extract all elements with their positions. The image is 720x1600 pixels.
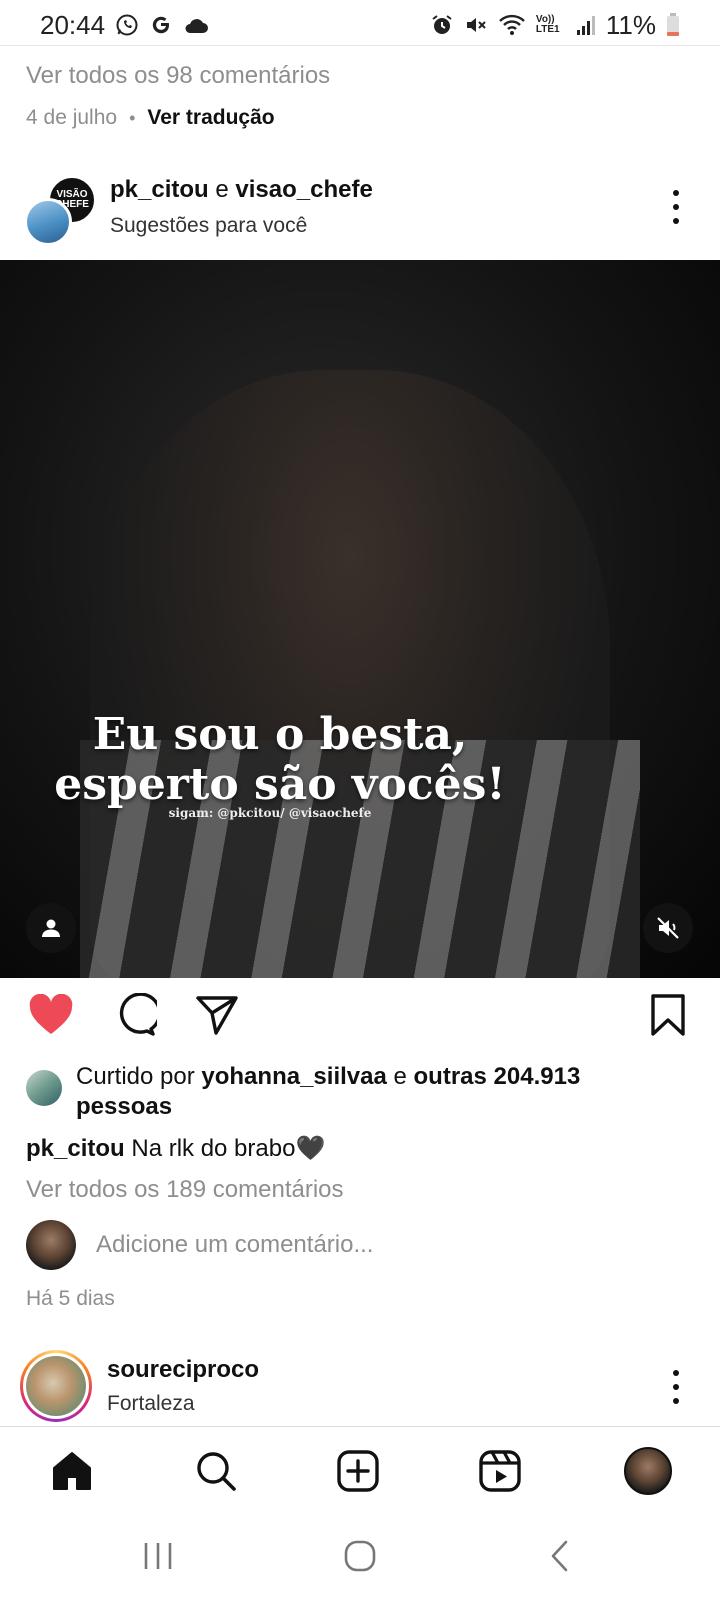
- liked-by-others[interactable]: outras 204.913: [414, 1063, 581, 1090]
- story-ring-avatar[interactable]: [20, 1350, 92, 1422]
- add-comment-row[interactable]: Adicione um comentário...: [26, 1220, 373, 1270]
- tagged-users-icon[interactable]: [26, 903, 76, 953]
- liked-by-user[interactable]: yohanna_siilvaa: [201, 1063, 386, 1090]
- battery-percent: 11%: [605, 9, 656, 40]
- mute-icon: [464, 13, 488, 37]
- likes-summary[interactable]: Curtido por yohanna_siilvaa e outras 204…: [26, 1062, 676, 1122]
- system-back-icon[interactable]: [535, 1536, 585, 1576]
- share-icon[interactable]: [192, 990, 242, 1040]
- author-link-2[interactable]: visao_chefe: [235, 176, 372, 203]
- liked-by-joiner: e: [386, 1063, 414, 1090]
- liked-by-suffix[interactable]: pessoas: [76, 1093, 172, 1120]
- next-post-location[interactable]: Fortaleza: [107, 1392, 195, 1416]
- status-time: 20:44: [40, 9, 106, 40]
- like-icon[interactable]: [26, 990, 76, 1040]
- author-joiner: e: [208, 176, 236, 203]
- cloud-icon: [183, 15, 209, 35]
- audio-muted-icon[interactable]: [643, 903, 693, 953]
- search-icon[interactable]: [190, 1445, 242, 1497]
- wifi-icon: [498, 14, 526, 36]
- post-caption: pk_citou Na rlk do brabo🖤: [26, 1134, 325, 1163]
- next-post-avatar: [26, 1356, 86, 1416]
- liker-avatar: [26, 1070, 62, 1106]
- post-suggestion-label: Sugestões para você: [110, 214, 308, 237]
- media-overlay-text: Eu sou o besta, esperto são vocês!: [0, 710, 560, 810]
- profile-avatar-image: [624, 1447, 672, 1495]
- signal-icon: [576, 14, 596, 36]
- view-all-comments-link[interactable]: Ver todos os 189 comentários: [26, 1176, 344, 1204]
- recent-apps-icon[interactable]: [133, 1536, 183, 1576]
- post-media[interactable]: Eu sou o besta, esperto são vocês! sigam…: [0, 260, 720, 978]
- more-options-icon[interactable]: [672, 190, 680, 224]
- post-timestamp: Há 5 dias: [26, 1287, 115, 1310]
- caption-text: Na rlk do brabo🖤: [124, 1135, 326, 1162]
- avatar-pk-citou[interactable]: [24, 198, 72, 246]
- whatsapp-icon: [115, 13, 139, 37]
- see-translation-link[interactable]: Ver tradução: [147, 106, 274, 130]
- more-options-icon[interactable]: [672, 1370, 680, 1404]
- next-post-username[interactable]: soureciproco: [107, 1356, 259, 1384]
- network-label: Vo)) LTE1: [535, 14, 560, 35]
- status-divider: [0, 45, 720, 46]
- post-header: VISÃO CHEFE pk_citou e visao_chefe Suges…: [0, 170, 720, 250]
- current-user-avatar: [26, 1220, 76, 1270]
- google-icon: [149, 13, 173, 37]
- next-post-header: soureciproco Fortaleza: [0, 1346, 720, 1426]
- post-actions: [0, 990, 720, 1050]
- meta-separator: •: [129, 107, 136, 128]
- liked-by-prefix: Curtido por: [76, 1063, 202, 1090]
- post-authors: pk_citou e visao_chefe: [110, 176, 373, 204]
- media-credit-text: sigam: @pkcitou/ @visaochefe: [168, 806, 372, 820]
- add-comment-input[interactable]: Adicione um comentário...: [96, 1231, 373, 1259]
- media-caption-line-2: esperto são vocês!: [54, 759, 506, 810]
- home-icon[interactable]: [46, 1445, 98, 1497]
- likes-text: Curtido por yohanna_siilvaa e outras 204…: [76, 1062, 580, 1122]
- alarm-icon: [430, 13, 454, 37]
- author-link-1[interactable]: pk_citou: [110, 176, 209, 203]
- media-caption-line-1: Eu sou o besta,: [92, 709, 468, 760]
- comment-icon[interactable]: [110, 990, 160, 1040]
- collab-avatars[interactable]: VISÃO CHEFE: [24, 176, 96, 246]
- battery-icon: [666, 13, 680, 37]
- previous-post-view-comments[interactable]: Ver todos os 98 comentários: [26, 62, 330, 90]
- system-navigation: [0, 1514, 720, 1600]
- previous-post-date: 4 de julho: [26, 106, 118, 129]
- save-icon[interactable]: [643, 990, 693, 1040]
- caption-username[interactable]: pk_citou: [26, 1135, 125, 1162]
- add-post-icon[interactable]: [332, 1445, 384, 1497]
- bottom-navigation: [0, 1426, 720, 1514]
- previous-post-meta: 4 de julho • Ver tradução: [26, 106, 275, 130]
- system-home-icon[interactable]: [335, 1536, 385, 1576]
- reels-icon[interactable]: [474, 1445, 526, 1497]
- status-bar: 20:44 Vo)) LTE1 11%: [0, 0, 720, 50]
- profile-avatar[interactable]: [622, 1445, 674, 1497]
